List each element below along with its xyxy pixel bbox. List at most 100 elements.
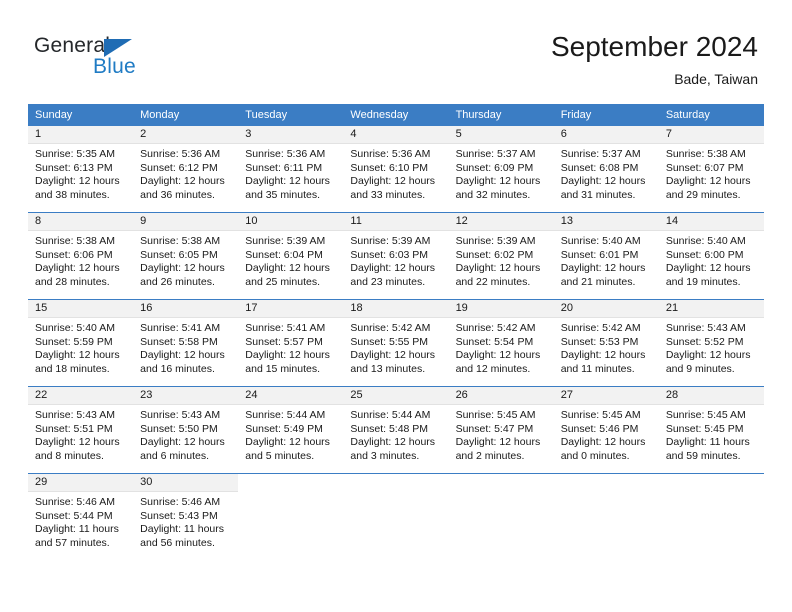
sunset-time: Sunset: 5:58 PM (140, 335, 218, 348)
day-number (448, 474, 554, 492)
daylight-duration-line1: Daylight: 12 hours (560, 175, 646, 188)
daylight-duration-line2: and 15 minutes. (245, 362, 320, 375)
weekday-header-row: Sunday Monday Tuesday Wednesday Thursday Frid… (28, 104, 764, 126)
sunrise-time: Sunrise: 5:45 AM (560, 409, 641, 421)
calendar-day-cell[interactable]: 23 Sunrise: 5:43 AM Sunset: 5:50 PM Dayligh… (133, 387, 239, 473)
calendar-day-cell[interactable]: 11 Sunrise: 5:39 AM Sunset: 6:03 PM Dayligh… (343, 213, 449, 299)
daylight-duration-line2: and 13 minutes. (350, 362, 426, 375)
daylight-duration-line2: and 56 minutes. (140, 536, 215, 549)
day-number: 21 (658, 300, 764, 318)
daylight-duration-line1: Daylight: 12 hours (140, 436, 225, 449)
calendar-day-cell[interactable]: 9 Sunrise: 5:38 AM Sunset: 6:05 PM Daylight… (133, 213, 239, 299)
weekday-header-thursday: Thursday (455, 109, 502, 121)
day-number: 23 (133, 387, 239, 405)
daylight-duration-line2: and 23 minutes. (350, 275, 426, 288)
day-details: Sunrise: 5:36 AM Sunset: 6:12 PM Daylight:… (133, 144, 238, 212)
calendar-day-cell[interactable]: 3 Sunrise: 5:36 AM Sunset: 6:11 PM Daylight… (238, 126, 344, 212)
sunset-time: Sunset: 5:44 PM (35, 509, 113, 522)
calendar-week-row: 22 Sunrise: 5:43 AM Sunset: 5:51 PM Dayligh… (28, 386, 764, 473)
calendar-day-cell[interactable]: 12 Sunrise: 5:39 AM Sunset: 6:02 PM Dayligh… (448, 213, 554, 299)
general-blue-logo[interactable]: General Blue (34, 34, 234, 86)
day-details: Sunrise: 5:45 AM Sunset: 5:46 PM Daylight:… (554, 405, 659, 473)
daylight-duration-line2: and 16 minutes. (140, 362, 215, 375)
location-subtitle: Bade, Taiwan (674, 71, 758, 87)
calendar-week-row: 8 Sunrise: 5:38 AM Sunset: 6:06 PM Daylight… (28, 212, 764, 299)
daylight-duration-line1: Daylight: 12 hours (455, 262, 541, 275)
calendar-day-cell[interactable]: 17 Sunrise: 5:41 AM Sunset: 5:57 PM Dayligh… (238, 300, 344, 386)
calendar-day-cell[interactable]: 14 Sunrise: 5:40 AM Sunset: 6:00 PM Dayligh… (658, 213, 764, 299)
calendar-day-cell[interactable]: 15 Sunrise: 5:40 AM Sunset: 5:59 PM Dayligh… (28, 300, 134, 386)
calendar-day-cell[interactable]: 24 Sunrise: 5:44 AM Sunset: 5:49 PM Dayligh… (238, 387, 344, 473)
calendar-day-cell[interactable]: 27 Sunrise: 5:45 AM Sunset: 5:46 PM Dayligh… (553, 387, 659, 473)
day-details: Sunrise: 5:36 AM Sunset: 6:10 PM Daylight:… (343, 144, 448, 212)
day-details: Sunrise: 5:43 AM Sunset: 5:52 PM Daylight:… (659, 318, 764, 386)
calendar-day-cell[interactable]: 18 Sunrise: 5:42 AM Sunset: 5:55 PM Dayligh… (343, 300, 449, 386)
calendar-day-cell[interactable]: 20 Sunrise: 5:42 AM Sunset: 5:53 PM Dayligh… (553, 300, 659, 386)
calendar-day-cell[interactable]: 10 Sunrise: 5:39 AM Sunset: 6:04 PM Dayligh… (238, 213, 344, 299)
sunrise-time: Sunrise: 5:36 AM (350, 148, 431, 160)
day-details: Sunrise: 5:37 AM Sunset: 6:09 PM Daylight:… (449, 144, 554, 212)
day-details: Sunrise: 5:38 AM Sunset: 6:07 PM Daylight:… (659, 144, 764, 212)
calendar-day-cell[interactable]: 13 Sunrise: 5:40 AM Sunset: 6:01 PM Dayligh… (553, 213, 659, 299)
calendar-day-cell[interactable]: 8 Sunrise: 5:38 AM Sunset: 6:06 PM Daylight… (28, 213, 134, 299)
sunrise-time: Sunrise: 5:43 AM (35, 409, 115, 421)
calendar-day-cell[interactable]: 16 Sunrise: 5:41 AM Sunset: 5:58 PM Dayligh… (133, 300, 239, 386)
calendar-day-cell[interactable]: 29 Sunrise: 5:46 AM Sunset: 5:44 PM Dayligh… (28, 474, 134, 560)
calendar-day-cell[interactable]: 26 Sunrise: 5:45 AM Sunset: 5:47 PM Dayligh… (448, 387, 554, 473)
calendar-day-cell[interactable]: 4 Sunrise: 5:36 AM Sunset: 6:10 PM Daylight… (343, 126, 449, 212)
day-number: 1 (28, 126, 134, 144)
calendar-day-cell[interactable]: 7 Sunrise: 5:38 AM Sunset: 6:07 PM Daylight… (658, 126, 764, 212)
calendar-day-cell-empty (448, 474, 554, 560)
sunrise-time: Sunrise: 5:40 AM (560, 235, 641, 247)
calendar-day-cell[interactable]: 30 Sunrise: 5:46 AM Sunset: 5:43 PM Dayligh… (133, 474, 239, 560)
calendar-day-cell[interactable]: 21 Sunrise: 5:43 AM Sunset: 5:52 PM Dayligh… (658, 300, 764, 386)
day-number: 7 (658, 126, 764, 144)
day-details: Sunrise: 5:38 AM Sunset: 6:05 PM Daylight:… (133, 231, 238, 299)
day-details: Sunrise: 5:44 AM Sunset: 5:49 PM Daylight:… (238, 405, 343, 473)
day-number: 3 (238, 126, 344, 144)
sunset-time: Sunset: 5:48 PM (350, 422, 429, 435)
calendar-day-cell[interactable]: 1 Sunrise: 5:35 AM Sunset: 6:13 PM Daylight… (28, 126, 134, 212)
sunset-time: Sunset: 5:55 PM (350, 335, 429, 348)
sunset-time: Sunset: 6:11 PM (245, 161, 323, 174)
daylight-duration-line1: Daylight: 12 hours (35, 262, 120, 275)
sunrise-time: Sunrise: 5:42 AM (350, 322, 431, 334)
calendar-day-cell[interactable]: 5 Sunrise: 5:37 AM Sunset: 6:09 PM Daylight… (448, 126, 554, 212)
day-number (343, 474, 449, 492)
calendar-day-cell[interactable]: 6 Sunrise: 5:37 AM Sunset: 6:08 PM Daylight… (553, 126, 659, 212)
weekday-header-monday: Monday (140, 109, 180, 121)
sunset-time: Sunset: 6:06 PM (35, 248, 113, 261)
daylight-duration-line1: Daylight: 12 hours (245, 175, 330, 188)
day-number: 5 (448, 126, 554, 144)
sunrise-time: Sunrise: 5:39 AM (455, 235, 536, 247)
day-details: Sunrise: 5:42 AM Sunset: 5:55 PM Daylight:… (343, 318, 448, 386)
daylight-duration-line2: and 18 minutes. (35, 362, 110, 375)
day-details: Sunrise: 5:45 AM Sunset: 5:45 PM Daylight:… (659, 405, 764, 473)
sunset-time: Sunset: 6:07 PM (665, 161, 744, 174)
calendar-day-cell[interactable]: 2 Sunrise: 5:36 AM Sunset: 6:12 PM Daylight… (133, 126, 239, 212)
day-details: Sunrise: 5:37 AM Sunset: 6:08 PM Daylight:… (554, 144, 659, 212)
day-number (553, 474, 659, 492)
daylight-duration-line1: Daylight: 12 hours (245, 436, 330, 449)
daylight-duration-line2: and 57 minutes. (35, 536, 110, 549)
sunrise-time: Sunrise: 5:46 AM (140, 496, 221, 508)
calendar-day-cell[interactable]: 25 Sunrise: 5:44 AM Sunset: 5:48 PM Dayligh… (343, 387, 449, 473)
day-details (238, 492, 343, 560)
sunset-time: Sunset: 6:05 PM (140, 248, 218, 261)
calendar-day-cell-empty (553, 474, 659, 560)
calendar-day-cell[interactable]: 19 Sunrise: 5:42 AM Sunset: 5:54 PM Dayligh… (448, 300, 554, 386)
daylight-duration-line2: and 32 minutes. (455, 188, 531, 201)
day-number: 26 (448, 387, 554, 405)
calendar-day-cell[interactable]: 28 Sunrise: 5:45 AM Sunset: 5:45 PM Dayligh… (658, 387, 764, 473)
day-details: Sunrise: 5:38 AM Sunset: 6:06 PM Daylight:… (28, 231, 133, 299)
daylight-duration-line2: and 25 minutes. (245, 275, 320, 288)
day-details (554, 492, 659, 560)
sunset-time: Sunset: 5:51 PM (35, 422, 113, 435)
day-details: Sunrise: 5:43 AM Sunset: 5:50 PM Daylight:… (133, 405, 238, 473)
daylight-duration-line1: Daylight: 12 hours (140, 262, 225, 275)
sunrise-time: Sunrise: 5:38 AM (35, 235, 115, 247)
calendar-day-cell[interactable]: 22 Sunrise: 5:43 AM Sunset: 5:51 PM Dayligh… (28, 387, 134, 473)
sunset-time: Sunset: 5:43 PM (140, 509, 218, 522)
daylight-duration-line1: Daylight: 12 hours (455, 175, 541, 188)
weekday-header-wednesday: Wednesday (350, 109, 409, 121)
